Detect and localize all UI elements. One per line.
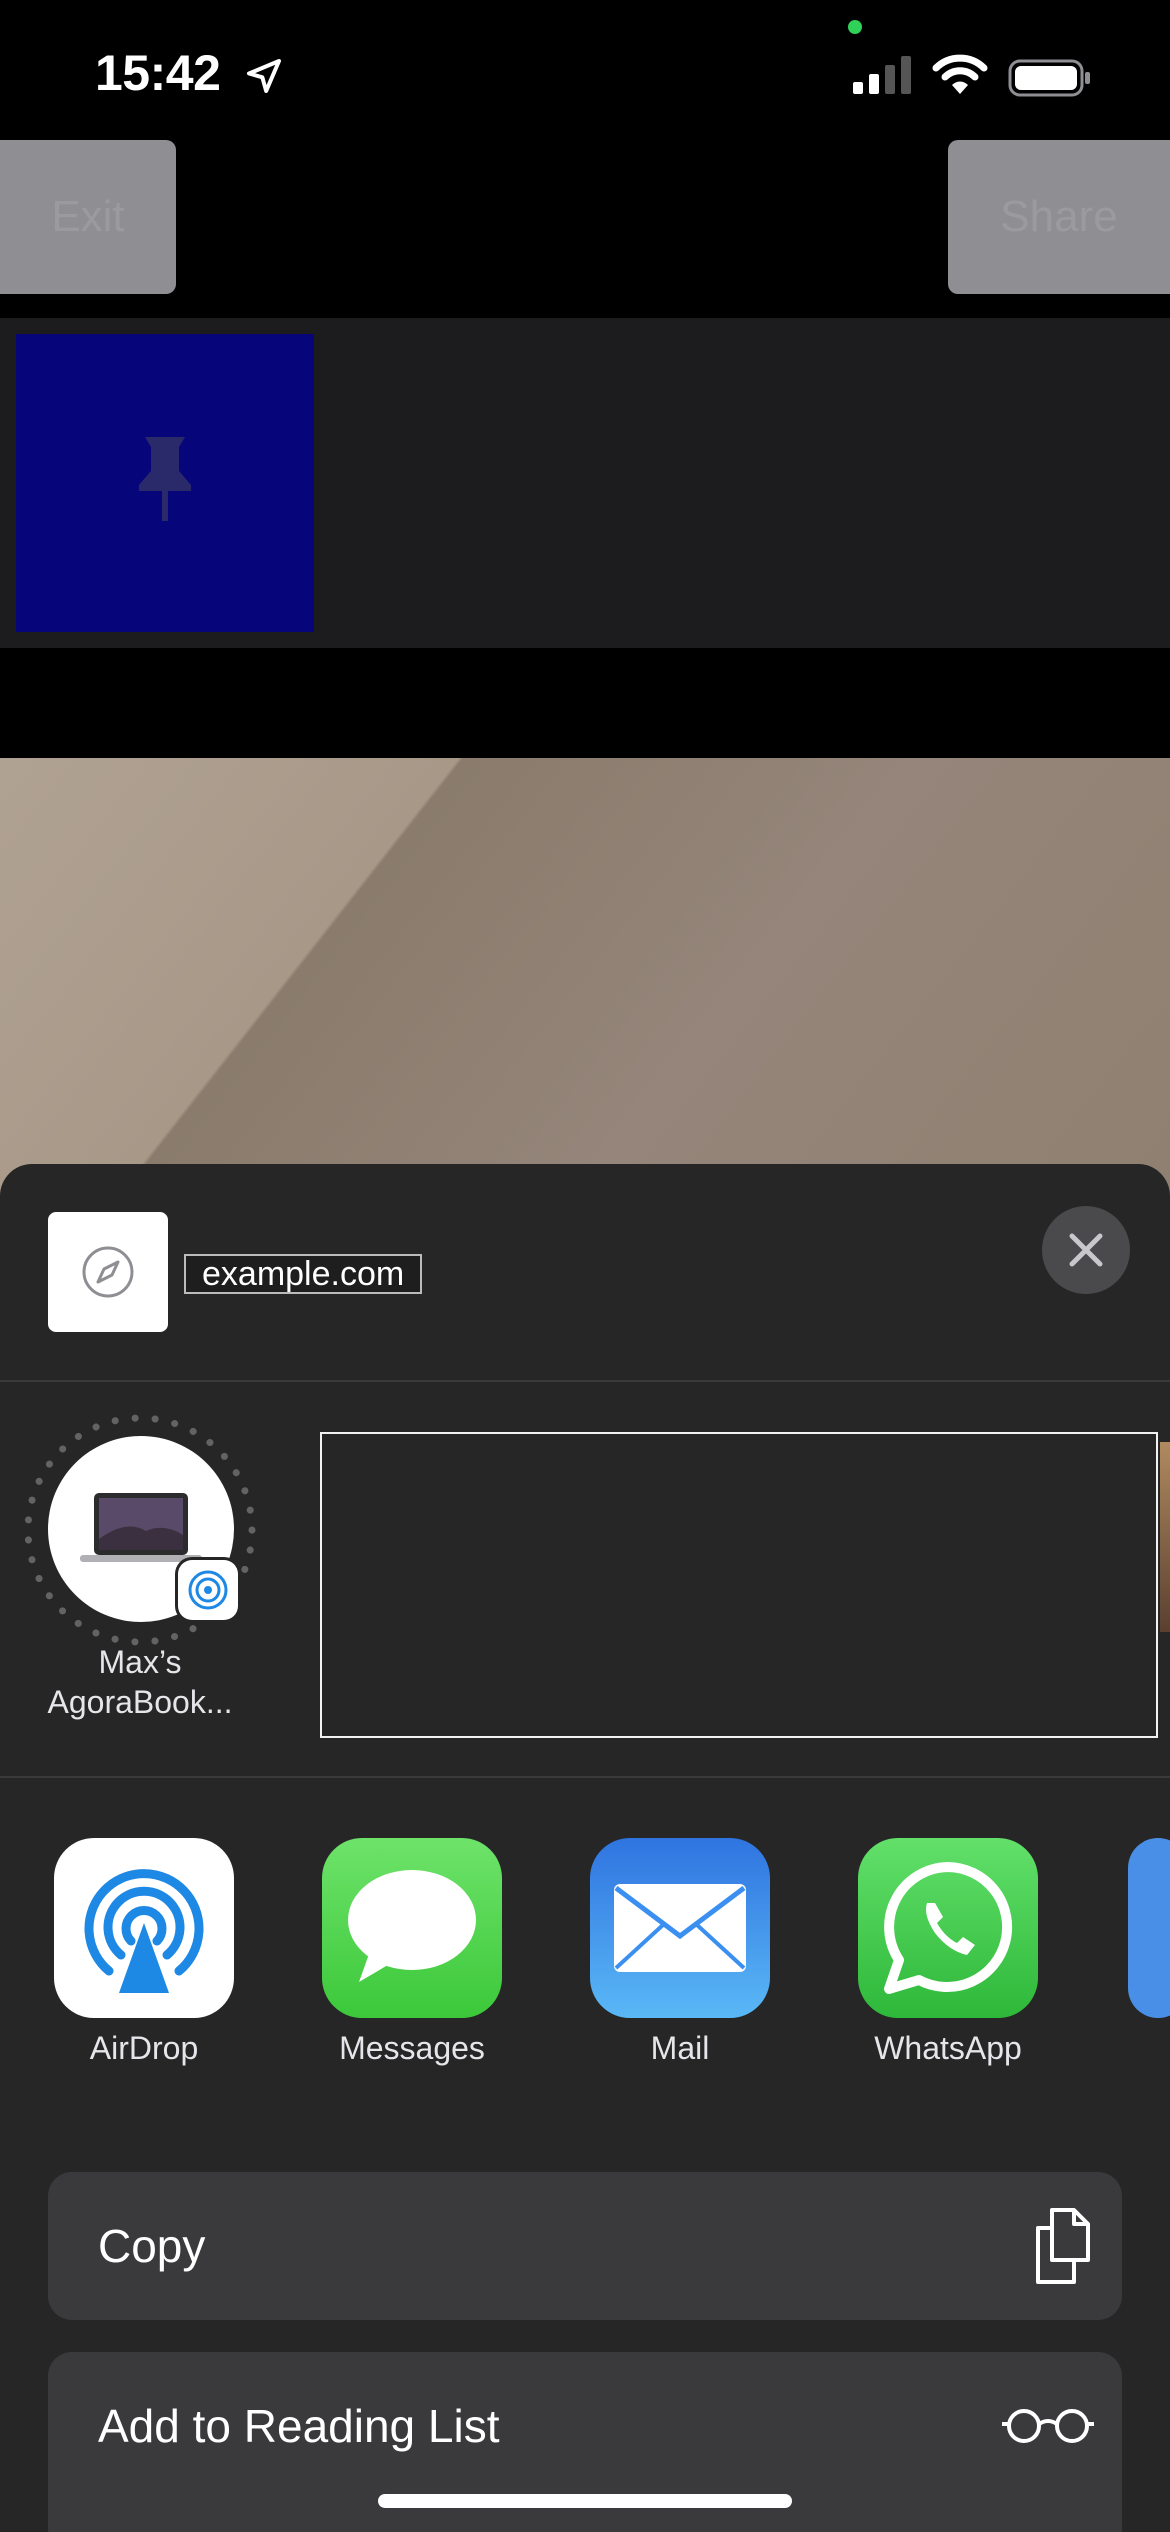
action-label: Copy xyxy=(98,2220,206,2272)
copy-icon xyxy=(1036,2208,1090,2284)
pinned-tile[interactable] xyxy=(16,334,314,632)
whatsapp-icon xyxy=(884,1862,1013,1994)
exit-button[interactable]: Exit xyxy=(0,140,176,294)
app-label: Messages xyxy=(339,2030,485,2066)
airdrop-icon xyxy=(188,1570,228,1610)
wifi-icon xyxy=(932,54,988,94)
app-whatsapp[interactable]: WhatsApp xyxy=(832,1808,1062,2066)
shared-url: example.com xyxy=(184,1254,423,1294)
airdrop-badge xyxy=(178,1560,238,1620)
compass-icon xyxy=(82,1246,134,1298)
share-apps-row: AirDrop Messages Mail WhatsApp xyxy=(0,1778,1170,2078)
share-sheet-header: example.com xyxy=(0,1164,1170,1382)
device-name: Max’s AgoraBook... xyxy=(47,1644,233,1720)
app-peek-next[interactable] xyxy=(1128,1838,1170,2018)
share-button[interactable]: Share xyxy=(948,140,1170,294)
airdrop-icon xyxy=(84,1869,204,1993)
airdrop-device[interactable]: Max’s AgoraBook... xyxy=(20,1412,260,1742)
share-sheet: example.com Max’s AgoraBook... AirDrop M… xyxy=(0,1164,1170,2532)
people-suggestions-area xyxy=(320,1432,1158,1738)
status-time: 15:42 xyxy=(95,45,221,101)
mail-app-icon xyxy=(590,1838,770,2018)
glasses-icon xyxy=(1002,2409,1094,2443)
cellular-signal-icon xyxy=(853,56,911,94)
action-label: Add to Reading List xyxy=(98,2400,500,2452)
copy-action[interactable]: Copy xyxy=(48,2172,1122,2320)
contact-avatar-peek[interactable] xyxy=(1160,1442,1170,1632)
app-mail[interactable]: Mail xyxy=(564,1808,794,2066)
close-button[interactable] xyxy=(1042,1206,1130,1294)
app-label: AirDrop xyxy=(89,2030,199,2066)
app-messages[interactable]: Messages xyxy=(296,1808,526,2066)
app-airdrop[interactable]: AirDrop xyxy=(28,1808,258,2066)
laptop-icon xyxy=(80,1493,202,1562)
messages-app-icon xyxy=(322,1838,502,2018)
background-photo xyxy=(0,758,1170,1218)
close-icon xyxy=(1069,1233,1103,1267)
location-arrow-icon xyxy=(247,59,281,93)
pin-icon xyxy=(139,437,191,521)
battery-icon xyxy=(1008,59,1090,97)
app-label: WhatsApp xyxy=(874,2030,1022,2066)
whatsapp-app-icon xyxy=(858,1838,1038,2018)
people-suggestions-row: Max’s AgoraBook... xyxy=(0,1382,1170,1778)
pinned-strip xyxy=(0,318,1170,648)
app-label: Mail xyxy=(650,2030,710,2066)
site-thumbnail xyxy=(48,1212,168,1332)
mail-icon xyxy=(614,1884,746,1972)
status-bar: 15:42 xyxy=(0,0,1170,140)
home-indicator[interactable] xyxy=(378,2494,792,2508)
airdrop-app-icon xyxy=(54,1838,234,2018)
privacy-indicator-dot xyxy=(848,20,862,34)
messages-icon xyxy=(348,1870,476,1982)
